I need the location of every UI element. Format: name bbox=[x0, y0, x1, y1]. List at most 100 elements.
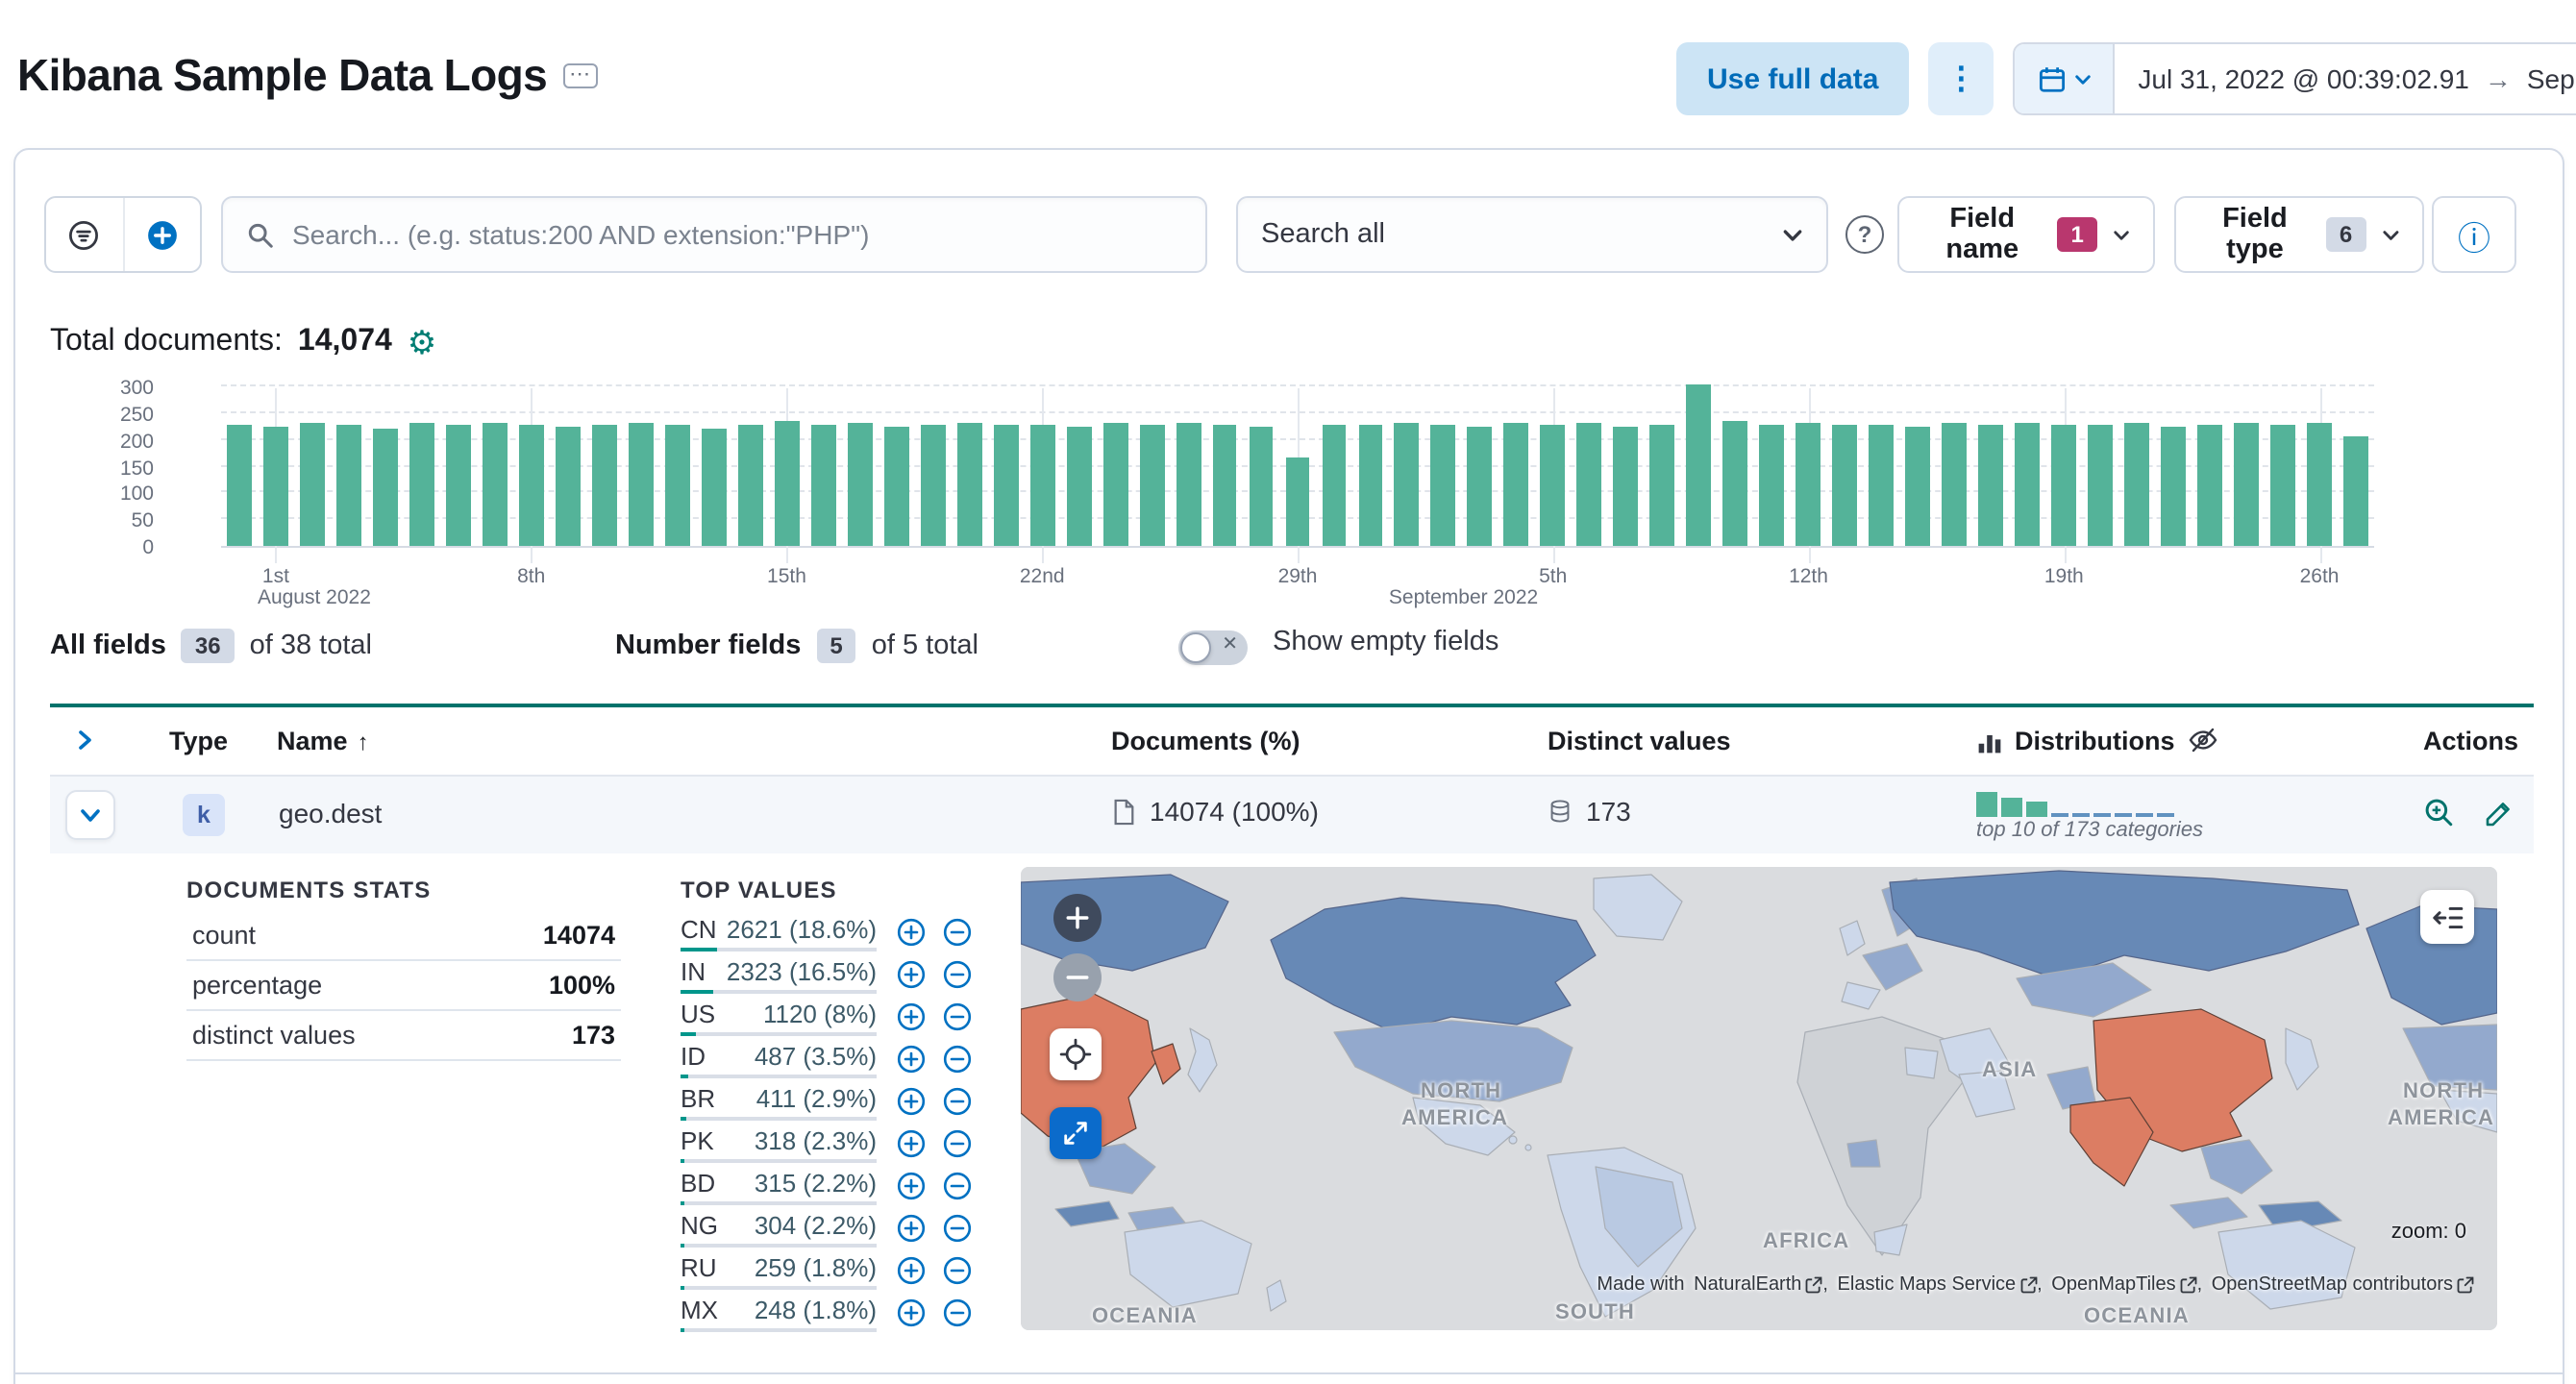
world-map-canvas[interactable] bbox=[1021, 867, 2497, 1330]
add-filter-button[interactable] bbox=[122, 198, 200, 271]
doc-count-bar bbox=[555, 426, 581, 546]
gear-icon: ⚙ bbox=[407, 324, 437, 360]
top-value-bar-fill bbox=[681, 1286, 684, 1290]
filter-out-value-button[interactable] bbox=[942, 1171, 973, 1201]
filter-out-value-button[interactable] bbox=[942, 959, 973, 990]
date-picker: Jul 31, 2022 @ 00:39:02.91 → Sep bbox=[2013, 42, 2576, 115]
field-name-filter-button[interactable]: Field name 1 bbox=[1897, 196, 2155, 273]
filter-out-value-button[interactable] bbox=[942, 1298, 973, 1328]
filter-out-value-button[interactable] bbox=[942, 1128, 973, 1159]
show-empty-fields-toggle[interactable]: ✕ bbox=[1178, 630, 1248, 665]
question-glyph: ? bbox=[1857, 221, 1872, 248]
filter-settings-button[interactable] bbox=[46, 198, 122, 271]
filter-out-value-button[interactable] bbox=[942, 1001, 973, 1032]
distributions-column-header: Distributions bbox=[1976, 727, 2175, 755]
top-value-line: ID 487 (3.5%) bbox=[681, 1042, 877, 1071]
field-type-filter-button[interactable]: Field type 6 bbox=[2174, 196, 2424, 273]
doc-count-bar bbox=[2015, 422, 2041, 546]
doc-count-bar bbox=[2234, 423, 2259, 546]
filter-out-value-button[interactable] bbox=[942, 917, 973, 948]
map-attribution-link[interactable]: OpenStreetMap contributors bbox=[2212, 1274, 2474, 1296]
pencil-icon bbox=[2486, 802, 2510, 826]
plus-icon bbox=[1066, 906, 1089, 929]
map-attribution-link[interactable]: NaturalEarth bbox=[1694, 1274, 1822, 1296]
doc-count-bar bbox=[810, 425, 836, 546]
filter-out-icon bbox=[943, 1214, 972, 1243]
doc-stats-value: 100% bbox=[548, 971, 615, 1000]
top-value-line: US 1120 (8%) bbox=[681, 1000, 877, 1028]
doc-count-chart[interactable] bbox=[221, 384, 2374, 563]
doc-count-bar bbox=[1649, 424, 1675, 546]
field-type-count-badge: 6 bbox=[2325, 217, 2366, 252]
search-scope-select[interactable]: Search all bbox=[1236, 196, 1828, 273]
action-visualize-button[interactable] bbox=[2422, 796, 2455, 834]
filter-for-value-button[interactable] bbox=[896, 1086, 927, 1117]
filter-for-value-button[interactable] bbox=[896, 1213, 927, 1244]
use-full-data-button[interactable]: Use full data bbox=[1676, 42, 1910, 115]
expand-all-button[interactable] bbox=[73, 729, 96, 757]
collapse-row-button[interactable] bbox=[65, 790, 115, 840]
documents-value: 14074 (100%) bbox=[1150, 796, 1319, 827]
top-value-code: CN bbox=[681, 915, 717, 944]
filter-for-value-button[interactable] bbox=[896, 1171, 927, 1201]
doc-count-bar bbox=[1686, 384, 1712, 546]
filter-for-value-button[interactable] bbox=[896, 1001, 927, 1032]
filter-for-value-button[interactable] bbox=[896, 1255, 927, 1286]
map-attribution-link[interactable]: OpenMapTiles bbox=[2051, 1274, 2197, 1296]
all-fields-label: All fields bbox=[50, 630, 166, 661]
zoom-in-button[interactable] bbox=[1053, 894, 1102, 942]
search-icon bbox=[248, 222, 273, 247]
toggle-distributions-button[interactable] bbox=[2188, 725, 2218, 761]
filter-for-value-button[interactable] bbox=[896, 1128, 927, 1159]
filter-out-value-button[interactable] bbox=[942, 1255, 973, 1286]
search-input[interactable] bbox=[292, 219, 1182, 250]
x-axis-month-label: September 2022 bbox=[1388, 586, 1539, 609]
calendar-dropdown-button[interactable] bbox=[2015, 44, 2116, 113]
doc-count-bar bbox=[1212, 424, 1237, 546]
top-value-count: 259 (1.8%) bbox=[754, 1253, 877, 1282]
map-attribution-link[interactable]: Elastic Maps Service bbox=[1838, 1274, 2038, 1296]
zoom-out-button[interactable] bbox=[1053, 953, 1102, 1001]
doc-count-bar bbox=[2088, 424, 2114, 546]
show-empty-fields-label: Show empty fields bbox=[1273, 627, 1499, 657]
filter-out-value-button[interactable] bbox=[942, 1044, 973, 1075]
chart-settings-button[interactable]: ⚙ bbox=[408, 326, 437, 358]
doc-count-chart-xaxis: 1st 8th 15th 22nd 29th 5th 12th 19th 26th August … bbox=[221, 557, 2374, 611]
expand-map-button[interactable] bbox=[1050, 1107, 1102, 1159]
info-button[interactable]: ⓘ bbox=[2432, 196, 2516, 273]
filter-for-icon bbox=[897, 1214, 926, 1243]
map-attribution: Made with NaturalEarth, Elastic Maps Ser… bbox=[1597, 1274, 2474, 1296]
action-edit-button[interactable] bbox=[2484, 796, 2514, 834]
distributions-header-label: Distributions bbox=[2015, 727, 2175, 755]
filter-for-value-button[interactable] bbox=[896, 959, 927, 990]
top-value-line: IN 2323 (16.5%) bbox=[681, 957, 877, 986]
doc-count-bar bbox=[482, 422, 508, 546]
filter-out-icon bbox=[943, 918, 972, 947]
top-value-count: 2621 (18.6%) bbox=[726, 915, 877, 944]
top-values-heading: TOP VALUES bbox=[681, 877, 837, 903]
filter-for-value-button[interactable] bbox=[896, 1298, 927, 1328]
distinct-values-cell: 173 bbox=[1548, 796, 1631, 827]
name-column-header[interactable]: Name ↑ bbox=[277, 727, 369, 755]
doc-count-bar bbox=[1942, 423, 1968, 546]
doc-count-bar bbox=[227, 425, 252, 546]
date-range-start[interactable]: Jul 31, 2022 @ 00:39:02.91 bbox=[2138, 63, 2468, 94]
x-axis-label: 5th bbox=[1539, 565, 1568, 588]
filter-out-icon bbox=[943, 1002, 972, 1031]
context-menu-button[interactable]: ⋮ bbox=[1928, 42, 1994, 115]
vertical-dots-icon: ⋮ bbox=[1945, 63, 1977, 96]
filter-for-value-button[interactable] bbox=[896, 1044, 927, 1075]
date-range-end[interactable]: Sep bbox=[2527, 63, 2575, 94]
top-value-row: RU 259 (1.8%) bbox=[681, 1253, 1007, 1296]
fit-to-data-button[interactable] bbox=[1050, 1028, 1102, 1080]
legend-toggle-button[interactable] bbox=[2420, 890, 2474, 944]
filter-for-value-button[interactable] bbox=[896, 917, 927, 948]
minus-icon bbox=[1066, 976, 1089, 979]
top-value-code: RU bbox=[681, 1253, 717, 1282]
chevron-down-icon bbox=[2382, 230, 2398, 239]
filter-out-value-button[interactable] bbox=[942, 1086, 973, 1117]
question-icon[interactable]: ? bbox=[1845, 215, 1884, 254]
doc-count-bar bbox=[2161, 426, 2187, 546]
breadcrumb-more-button[interactable]: ⋯ bbox=[562, 63, 598, 88]
filter-out-value-button[interactable] bbox=[942, 1213, 973, 1244]
